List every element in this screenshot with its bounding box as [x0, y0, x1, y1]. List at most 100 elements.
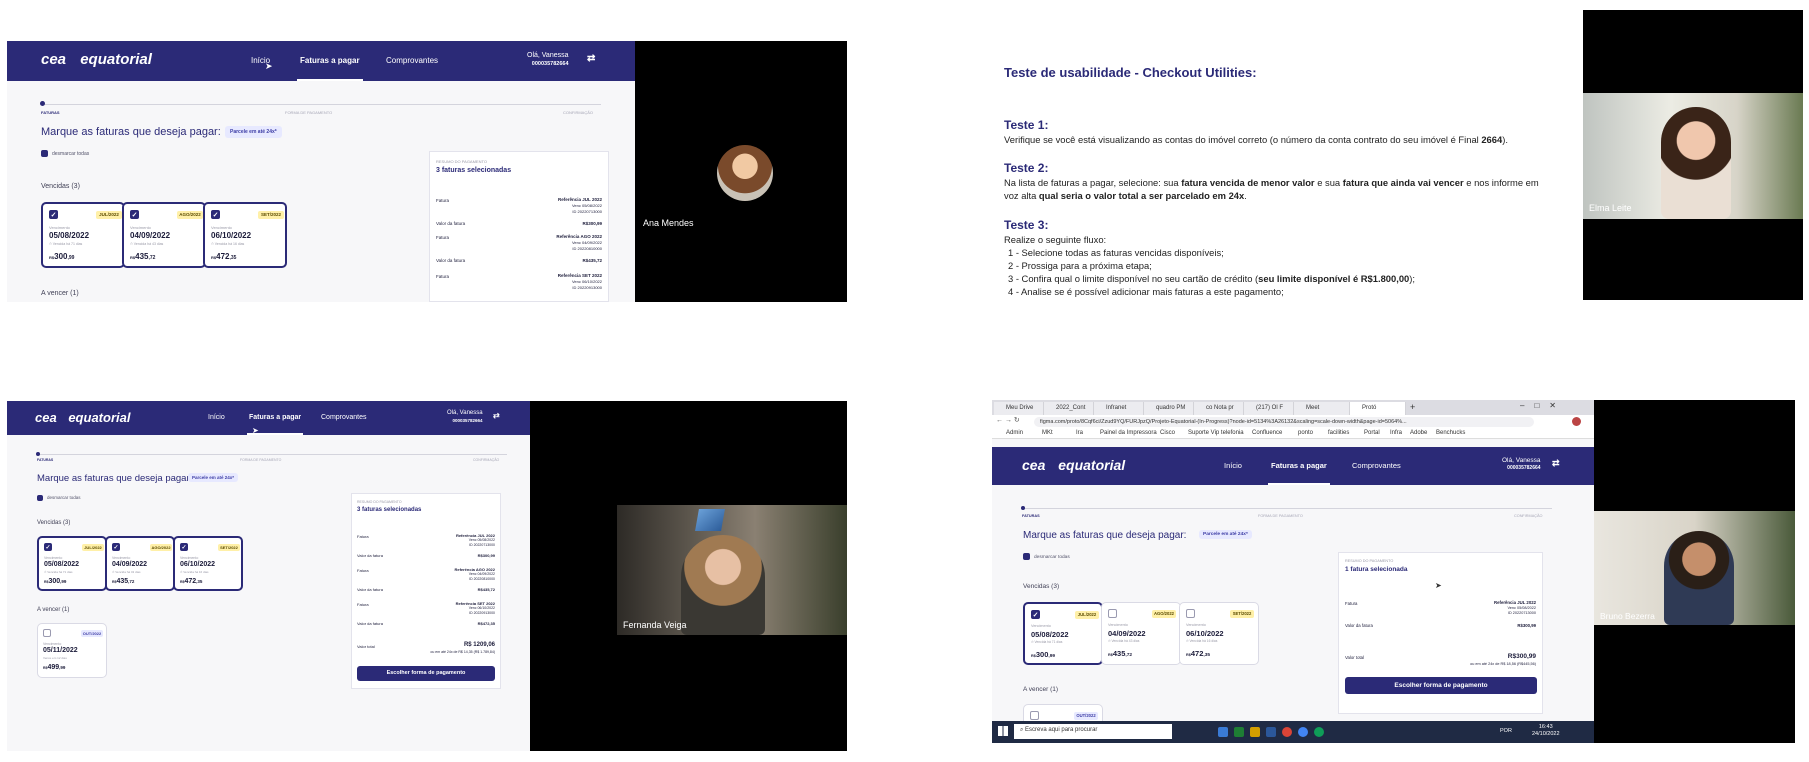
card-date: 05/08/2022	[49, 231, 90, 240]
card-overdue-days: Vencida há 16 dias	[214, 242, 245, 246]
card-checkbox[interactable]	[43, 629, 51, 637]
bookmark[interactable]: Painel da Impressora	[1100, 430, 1157, 436]
bookmark[interactable]: Benchucks	[1436, 430, 1465, 436]
nav-inicio[interactable]: Início	[1224, 461, 1242, 470]
card-date: 05/08/2022	[44, 561, 80, 568]
card-due-label: Vencimento	[1186, 623, 1206, 627]
bookmark[interactable]: Adobe	[1410, 430, 1427, 436]
invoice-card-set[interactable]: ✓ SET/2022 Vencimento 06/10/2022 ⏱ Venci…	[173, 536, 243, 591]
swap-account-icon[interactable]: ⇄	[493, 411, 500, 420]
user-info[interactable]: Olá, Vanessa 000035782664	[1502, 457, 1541, 471]
card-checkbox[interactable]: ✓	[112, 543, 120, 551]
taskbar-app-icon[interactable]	[1266, 727, 1276, 737]
taskbar-app-icon[interactable]	[1250, 727, 1260, 737]
browser-tab[interactable]: Infranet	[1094, 402, 1144, 415]
new-tab-icon[interactable]: +	[1410, 402, 1415, 412]
overdue-section-label: Vencidas (3)	[41, 183, 80, 190]
invoice-card-jul[interactable]: ✓ JUL/2022 Vencimento 05/08/2022 ⏱ Venci…	[1023, 602, 1103, 665]
user-info[interactable]: Olá, Vanessa 000035782664	[527, 52, 569, 68]
taskbar-search[interactable]: ⌕ Escreva aqui para procurar	[1014, 724, 1172, 739]
card-checkbox[interactable]	[1030, 711, 1039, 720]
summary-fatura-id: ID 20220810000	[572, 246, 602, 251]
card-checkbox[interactable]: ✓	[44, 543, 52, 551]
card-due-label: Vencimento	[43, 642, 62, 646]
address-bar[interactable]: figma.com/proto/8Cqf6ci/Zzud9YQ/FURJpzQ/…	[1034, 417, 1534, 427]
card-checkbox[interactable]: ✓	[130, 210, 139, 219]
bookmark[interactable]: Infra	[1390, 430, 1402, 436]
nav-comprovantes[interactable]: Comprovantes	[1352, 461, 1401, 470]
browser-tab[interactable]: 2022_Cont	[1044, 402, 1094, 415]
nav-comprovantes[interactable]: Comprovantes	[386, 56, 438, 65]
invoice-card-set[interactable]: SET/2022 Vencimento 06/10/2022 ⏱ Vencida…	[1179, 602, 1259, 665]
bookmark[interactable]: ponto	[1298, 430, 1313, 436]
card-amount-cents: ,72	[1125, 653, 1133, 658]
nav-faturas[interactable]: Faturas a pagar	[300, 56, 360, 65]
card-checkbox[interactable]: ✓	[180, 543, 188, 551]
invoice-card-ago[interactable]: AGO/2022 Vencimento 04/09/2022 ⏱ Vencida…	[1101, 602, 1181, 665]
choose-payment-button[interactable]: Escolher forma de pagamento	[357, 666, 495, 681]
bookmark[interactable]: MKt	[1042, 430, 1053, 436]
user-greeting: Olá, Vanessa	[447, 410, 483, 416]
nav-comprovantes[interactable]: Comprovantes	[321, 414, 367, 421]
taskbar-app-icon[interactable]	[1282, 727, 1292, 737]
nav-faturas[interactable]: Faturas a pagar	[249, 414, 301, 421]
window-controls[interactable]: –□✕	[1520, 401, 1566, 410]
summary-title: 1 fatura selecionada	[1345, 566, 1408, 573]
profile-avatar-icon[interactable]	[1572, 417, 1581, 426]
card-amount-cents: ,35	[1203, 653, 1211, 658]
stepper	[41, 104, 601, 105]
deselect-checkbox[interactable]	[1023, 553, 1030, 560]
nav-arrows-icon[interactable]: ← → ↻	[996, 416, 1020, 424]
bookmark[interactable]: Suporte Vip telefonia	[1188, 430, 1244, 436]
taskbar-app-icon[interactable]	[1314, 727, 1324, 737]
bookmark[interactable]: Ira	[1076, 430, 1083, 436]
card-checkbox[interactable]: ✓	[49, 210, 58, 219]
taskbar-app-icon[interactable]	[1298, 727, 1308, 737]
summary-total-label: Valor total	[357, 644, 375, 649]
windows-start-icon[interactable]	[998, 726, 1008, 736]
invoice-card-jul[interactable]: ✓ JUL/2022 Vencimento 05/08/2022 ⏱ Venci…	[37, 536, 107, 591]
taskbar-app-icon[interactable]	[1218, 727, 1228, 737]
browser-tab[interactable]: (217) Ol F	[1244, 402, 1294, 415]
nav-inicio[interactable]: Início	[208, 414, 225, 421]
swap-account-icon[interactable]: ⇄	[1552, 458, 1560, 469]
stepper	[37, 454, 507, 455]
card-month-tag: JUL/2022	[82, 544, 104, 551]
summary-total-value: R$ 1209,06	[463, 642, 495, 648]
invoice-card-ago[interactable]: ✓ AGO/2022 Vencimento 04/09/2022 ⏱ Venci…	[105, 536, 175, 591]
deselect-all-link[interactable]: desmarcar todas	[37, 495, 81, 501]
bookmark[interactable]: Portal	[1364, 430, 1380, 436]
browser-tab[interactable]: Meu Drive	[994, 402, 1044, 415]
invoice-card-jul[interactable]: ✓ JUL/2022 Vencimento 05/08/2022 ⏱ Venci…	[41, 202, 125, 268]
card-checkbox[interactable]: ✓	[211, 210, 220, 219]
summary-installment: ou em até 24x de R$ 18,56 (R$445,56)	[1470, 662, 1536, 666]
browser-tab[interactable]: co Nota pr	[1194, 402, 1244, 415]
bookmark[interactable]: Admin	[1006, 430, 1023, 436]
taskbar-language[interactable]: POR	[1500, 728, 1512, 734]
taskbar-app-icon[interactable]	[1234, 727, 1244, 737]
bookmark[interactable]: facilities	[1328, 430, 1349, 436]
choose-payment-button[interactable]: Escolher forma de pagamento	[1345, 677, 1537, 694]
taskbar-clock[interactable]: 16:43 24/10/2022	[1532, 724, 1560, 738]
user-info[interactable]: Olá, Vanessa 000035782664	[447, 410, 483, 423]
nav-faturas[interactable]: Faturas a pagar	[1271, 461, 1327, 470]
deselect-checkbox[interactable]	[41, 150, 48, 157]
card-checkbox[interactable]	[1186, 609, 1195, 618]
card-checkbox[interactable]: ✓	[1031, 610, 1040, 619]
deselect-all-link[interactable]: desmarcar todas	[1023, 553, 1070, 560]
invoice-card-out[interactable]: OUT/2022 Vencimento 05/11/2022 Vence em …	[37, 623, 107, 678]
invoice-card-set[interactable]: ✓ SET/2022 Vencimento 06/10/2022 ⏱ Venci…	[203, 202, 287, 268]
swap-account-icon[interactable]: ⇄	[587, 53, 595, 64]
deselect-all-link[interactable]: desmarcar todas	[41, 150, 89, 157]
browser-tab-active[interactable]: Protó	[1350, 402, 1406, 415]
bookmark[interactable]: Cisco	[1160, 430, 1175, 436]
card-overdue-text: ⏱ Vencida há 16 dias	[211, 242, 245, 246]
invoice-card-ago[interactable]: ✓ AGO/2022 Vencimento 04/09/2022 ⏱ Venci…	[122, 202, 206, 268]
bookmark[interactable]: Confluence	[1252, 430, 1282, 436]
browser-tab[interactable]: quadro PM	[1144, 402, 1194, 415]
card-checkbox[interactable]	[1108, 609, 1117, 618]
deselect-checkbox[interactable]	[37, 495, 43, 501]
browser-tab[interactable]: Meet	[1294, 402, 1350, 415]
doc-test3-step3: 3 - Confira qual o limite disponível no …	[1008, 273, 1415, 284]
summary-title: 3 faturas selecionadas	[436, 167, 512, 174]
